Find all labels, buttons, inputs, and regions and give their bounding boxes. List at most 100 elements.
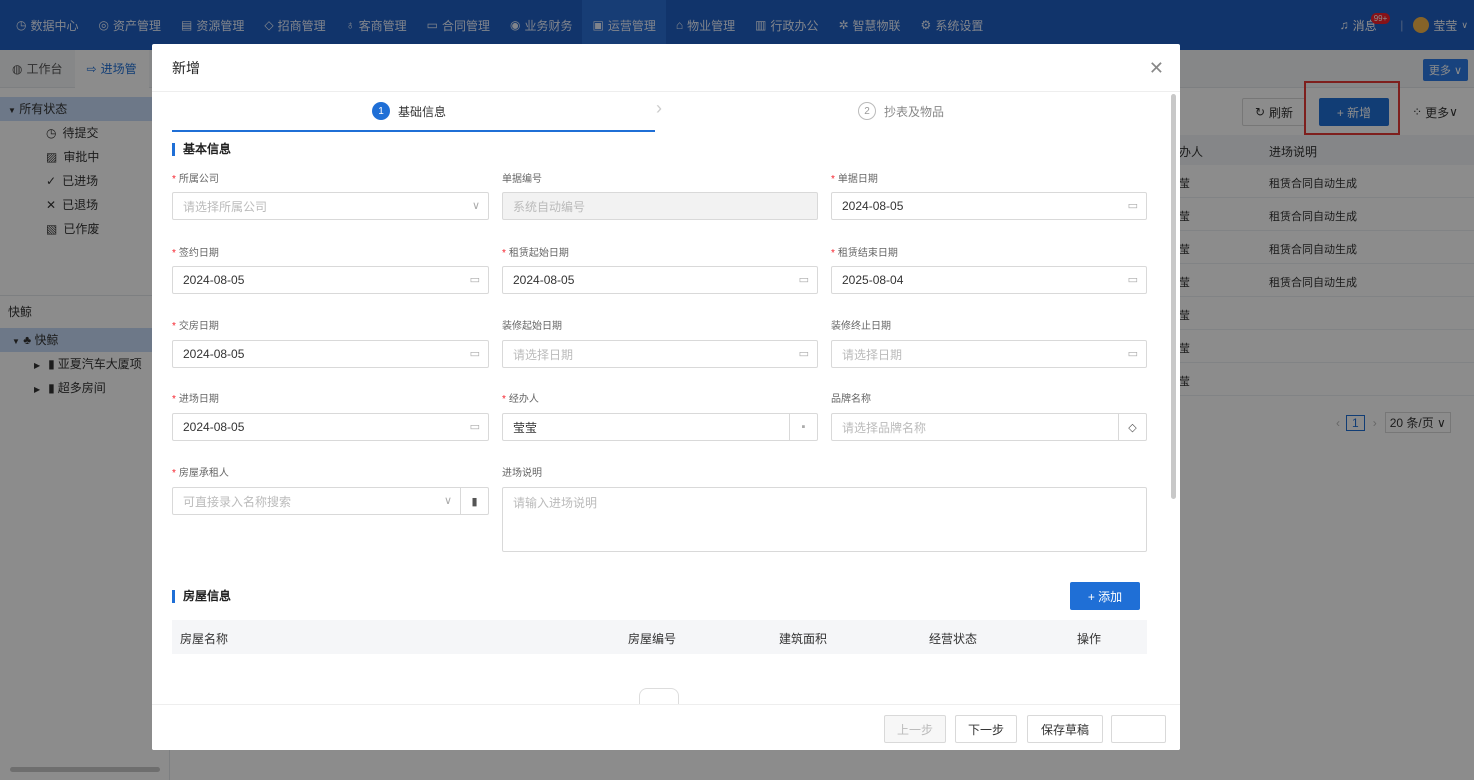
submit-label: 提 交: [1124, 722, 1153, 737]
step-basic-info[interactable]: 1 基础信息: [372, 102, 446, 120]
docno-placeholder: 系统自动编号: [513, 199, 586, 214]
house-table-header: 房屋名称 房屋编号 建筑面积 经营状态 操作: [172, 620, 1147, 654]
chevron-down-icon: ∨: [471, 200, 480, 212]
dialog-title: 新增: [172, 59, 200, 76]
leaseend-label: * 租赁结束日期: [831, 248, 898, 259]
handover-value: 2024-08-05: [183, 347, 245, 361]
signdate-picker[interactable]: 2024-08-05 ▭: [172, 266, 489, 294]
close-icon[interactable]: ✕: [1149, 58, 1164, 79]
handler-label: * 经办人: [502, 394, 539, 405]
company-label: * 所属公司: [172, 174, 219, 185]
decoend-picker[interactable]: 请选择日期 ▭: [831, 340, 1147, 368]
leaseend-picker[interactable]: 2025-08-04 ▭: [831, 266, 1147, 294]
col-house-code: 房屋编号: [628, 632, 677, 646]
docdate-label: * 单据日期: [831, 174, 878, 185]
submit-button[interactable]: 提 交: [1111, 715, 1166, 743]
calendar-icon: ▭: [1127, 274, 1138, 286]
dialog-header: 新增 ✕: [152, 44, 1180, 92]
entrydesc-label-text: 进场说明: [502, 468, 542, 479]
prev-step-button[interactable]: 上一步: [884, 715, 946, 743]
step1-label: 基础信息: [398, 104, 447, 119]
brand-placeholder: 请选择品牌名称: [842, 420, 927, 435]
brand-field[interactable]: 请选择品牌名称 ◇: [831, 413, 1147, 441]
col-house-name: 房屋名称: [180, 632, 229, 646]
decostart-label-text: 装修起始日期: [502, 321, 562, 332]
entrydesc-label: 进场说明: [502, 464, 542, 479]
docno-label: 单据编号: [502, 170, 542, 185]
chevron-down-icon: ∨: [443, 495, 452, 507]
docdate-picker[interactable]: 2024-08-05 ▭: [831, 192, 1147, 220]
section-basic-info: 基本信息: [172, 143, 231, 156]
calendar-icon: ▭: [469, 274, 480, 286]
dialog-scrollbar[interactable]: [1171, 94, 1176, 499]
company-select[interactable]: 请选择所属公司 ∨: [172, 192, 489, 220]
decoend-label-text: 装修终止日期: [831, 321, 891, 332]
decoend-placeholder: 请选择日期: [842, 347, 903, 362]
calendar-icon: ▭: [1127, 200, 1138, 212]
docno-label-text: 单据编号: [502, 174, 542, 185]
step-meter-items[interactable]: 2 抄表及物品: [858, 102, 944, 120]
add-dialog: 新增 ✕ 1 基础信息 › 2 抄表及物品 基本信息 * 所属公司 请选择所属公司…: [152, 44, 1180, 750]
col-building-area: 建筑面积: [779, 632, 828, 646]
leasestart-label: * 租赁起始日期: [502, 248, 569, 259]
brand-label: 品牌名称: [831, 390, 871, 405]
company-label-text: 所属公司: [178, 174, 219, 185]
entrydate-picker[interactable]: 2024-08-05 ▭: [172, 413, 489, 441]
handover-picker[interactable]: 2024-08-05 ▭: [172, 340, 489, 368]
docno-field: 系统自动编号: [502, 192, 818, 220]
entrydate-label: * 进场日期: [172, 394, 219, 405]
leasestart-value: 2024-08-05: [513, 273, 575, 287]
add-house-button[interactable]: + 添加: [1070, 582, 1140, 610]
calendar-icon: ▭: [1127, 348, 1138, 360]
section-house-info: 房屋信息: [172, 590, 231, 603]
handover-label-text: 交房日期: [178, 321, 219, 332]
decostart-picker[interactable]: 请选择日期 ▭: [502, 340, 818, 368]
col-business-status: 经营状态: [929, 632, 978, 646]
step1-number: 1: [372, 102, 390, 120]
tenant-label-text: 房屋承租人: [178, 468, 229, 479]
handover-label: * 交房日期: [172, 321, 219, 332]
signdate-value: 2024-08-05: [183, 273, 245, 287]
save-draft-label: 保存草稿: [1040, 722, 1089, 737]
entrydesc-textarea[interactable]: 请输入进场说明: [502, 487, 1147, 552]
contact-card-icon[interactable]: ▪: [789, 414, 817, 440]
brand-label-text: 品牌名称: [831, 394, 871, 405]
chevron-right-icon: ›: [656, 98, 662, 118]
col-actions: 操作: [1077, 632, 1102, 646]
leaseend-label-text: 租赁结束日期: [837, 248, 898, 259]
prev-step-label: 上一步: [896, 722, 933, 737]
calendar-icon: ▭: [798, 274, 809, 286]
next-step-label: 下一步: [967, 722, 1004, 737]
dialog-footer: 上一步 下一步 保存草稿 提 交: [152, 704, 1180, 750]
steps: 1 基础信息 › 2 抄表及物品: [152, 92, 1180, 132]
tenant-placeholder: 可直接录入名称搜索: [183, 494, 292, 509]
handler-value: 莹莹: [513, 420, 538, 435]
entrydesc-placeholder: 请输入进场说明: [513, 496, 598, 510]
decoend-label: 装修终止日期: [831, 317, 891, 332]
handler-field[interactable]: 莹莹 ▪: [502, 413, 818, 441]
next-step-button[interactable]: 下一步: [955, 715, 1017, 743]
signdate-label-text: 签约日期: [178, 248, 219, 259]
step-active-underline: [172, 130, 655, 132]
docdate-label-text: 单据日期: [837, 174, 878, 185]
save-draft-button[interactable]: 保存草稿: [1027, 715, 1103, 743]
tag-icon[interactable]: ◇: [1118, 414, 1146, 440]
step2-label: 抄表及物品: [884, 104, 945, 119]
decostart-label: 装修起始日期: [502, 317, 562, 332]
entrydate-value: 2024-08-05: [183, 420, 245, 434]
leasestart-label-text: 租赁起始日期: [508, 248, 569, 259]
tenant-select[interactable]: 可直接录入名称搜索 ∨ ▮: [172, 487, 489, 515]
decostart-placeholder: 请选择日期: [513, 347, 574, 362]
calendar-icon: ▭: [469, 421, 480, 433]
empty-box-icon: [639, 688, 679, 704]
step2-number: 2: [858, 102, 876, 120]
entrydate-label-text: 进场日期: [178, 394, 219, 405]
tenant-label: * 房屋承租人: [172, 468, 229, 479]
docdate-value: 2024-08-05: [842, 199, 904, 213]
add-house-label: + 添加: [1087, 589, 1123, 604]
calendar-icon: ▭: [469, 348, 480, 360]
leaseend-value: 2025-08-04: [842, 273, 904, 287]
tenant-file-icon[interactable]: ▮: [460, 488, 488, 514]
calendar-icon: ▭: [798, 348, 809, 360]
leasestart-picker[interactable]: 2024-08-05 ▭: [502, 266, 818, 294]
